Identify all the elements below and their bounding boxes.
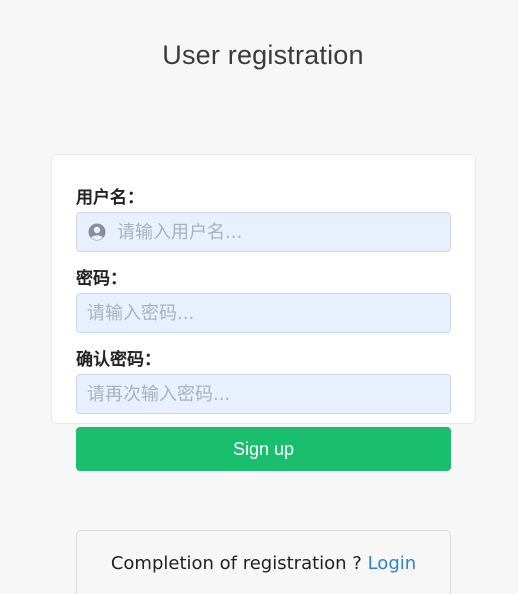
login-prompt-text: Completion of registration ? (110, 553, 368, 574)
confirm-password-input[interactable] (77, 375, 450, 413)
sign-up-button[interactable]: Sign up (76, 427, 451, 471)
confirm-password-label: 确认密码： (76, 350, 161, 370)
password-label: 密码： (76, 269, 127, 289)
login-prompt: Completion of registration ? Login (77, 553, 450, 574)
confirm-password-field-wrapper (76, 374, 451, 414)
username-input[interactable] (77, 213, 450, 251)
password-field-wrapper (76, 293, 451, 333)
login-prompt-box: Completion of registration ? Login (76, 530, 451, 594)
page-title: User registration (162, 40, 364, 70)
password-input[interactable] (77, 294, 450, 332)
login-link[interactable]: Login (368, 553, 417, 574)
username-label: 用户名： (76, 188, 144, 208)
username-field-wrapper (76, 212, 451, 252)
